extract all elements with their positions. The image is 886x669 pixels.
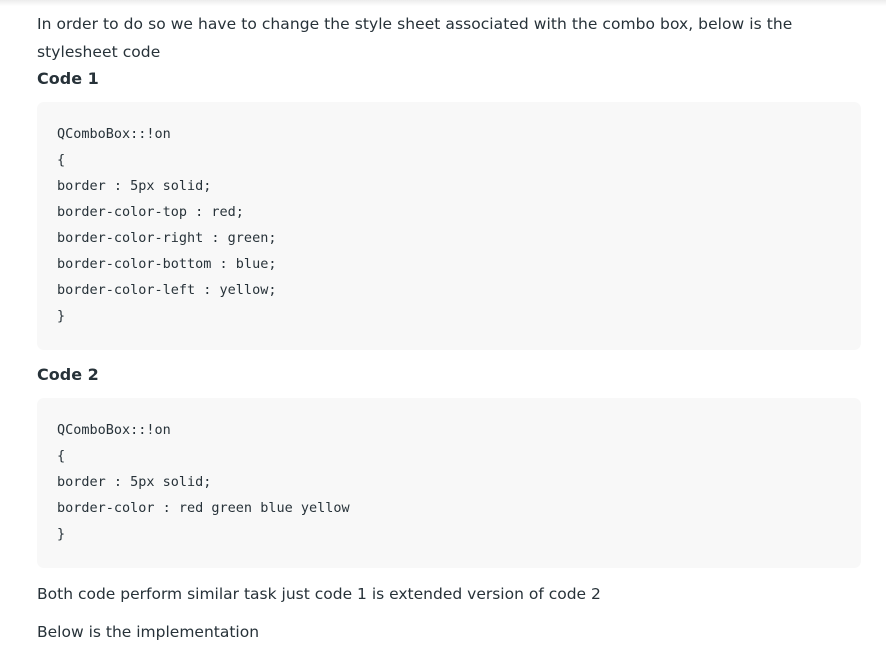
code-line: border-color-top : red; [57,204,244,220]
implementation-paragraph: Below is the implementation [37,623,260,641]
code2-block[interactable]: QComboBox::!on { border : 5px solid; bor… [37,398,861,568]
intro-paragraph: In order to do so we have to change the … [37,15,793,61]
code-line: } [57,526,66,542]
code-line: border-color-right : green; [57,230,277,246]
code-line: QComboBox::!on [57,126,171,142]
code-line: border-color-bottom : blue; [57,256,277,272]
code1-block[interactable]: QComboBox::!on { border : 5px solid; bor… [37,102,861,350]
code1-heading: Code 1 [37,69,99,88]
top-shadow [0,0,886,6]
summary-paragraph: Both code perform similar task just code… [37,585,601,603]
code-line: { [57,448,66,464]
code-line: QComboBox::!on [57,422,171,438]
code-line: } [57,308,66,324]
code-line: border : 5px solid; [57,474,212,490]
code-line: border-color : red green blue yellow [57,500,350,516]
article-content: In order to do so we have to change the … [37,10,861,646]
code-line: { [57,152,66,168]
code-line: border : 5px solid; [57,178,212,194]
code-line: border-color-left : yellow; [57,282,277,298]
code2-heading: Code 2 [37,365,99,384]
